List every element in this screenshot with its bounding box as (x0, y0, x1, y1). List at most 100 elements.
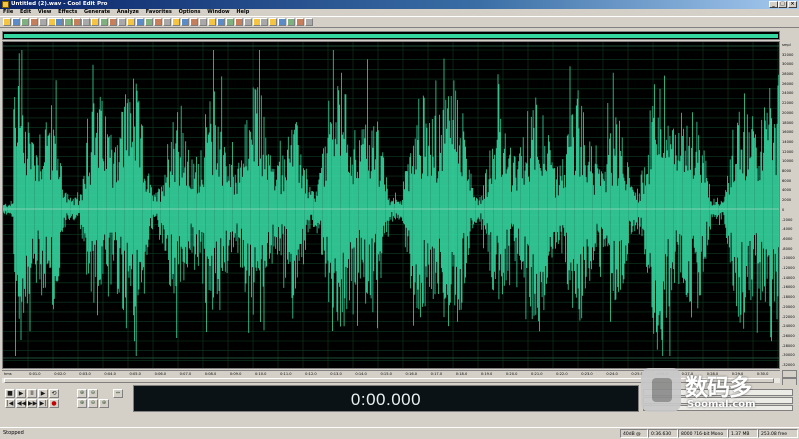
amplitude-tick-label: -16000 (782, 285, 795, 290)
amplitude-tick-label: -24000 (782, 324, 795, 329)
time-display: 0:00.000 (133, 385, 639, 412)
time-tick-label: 0:05.0 (129, 372, 141, 376)
menu-favorites[interactable]: Favorites (146, 9, 172, 16)
time-tick-label: 0:22.0 (556, 372, 568, 376)
amplitude-tick-label: -6000 (782, 236, 793, 241)
minimize-button[interactable]: _ (769, 1, 778, 8)
menu-generate[interactable]: Generate (84, 9, 110, 16)
zoom-in-left-button[interactable]: ⊕ (77, 399, 87, 408)
menu-view[interactable]: View (38, 9, 52, 16)
toolbar-button[interactable] (199, 18, 207, 26)
toolbar-button[interactable] (64, 18, 72, 26)
toolbar-button[interactable] (145, 18, 153, 26)
fast-forward-button[interactable]: ▶▶ (27, 399, 37, 408)
loop-button[interactable]: ⟲ (49, 389, 59, 398)
current-time: 0:00.000 (350, 390, 422, 409)
menu-edit[interactable]: Edit (20, 9, 31, 16)
time-tick-label: 0:04.0 (104, 372, 116, 376)
time-tick-label: 0:17.0 (430, 372, 443, 376)
toolbar-button[interactable] (55, 18, 63, 26)
maximize-button[interactable]: □ (778, 1, 787, 8)
toolbar-button[interactable] (226, 18, 234, 26)
toolbar-button[interactable] (109, 18, 117, 26)
toolbar-button[interactable] (163, 18, 171, 26)
zoom-out-horizontal-button[interactable]: ⊖ (88, 389, 98, 398)
go-to-end-button[interactable]: ▶| (38, 399, 48, 408)
play-to-end-button[interactable]: ▶ (38, 389, 48, 398)
toolbar-button[interactable] (154, 18, 162, 26)
pause-button[interactable]: II (27, 389, 37, 398)
toolbar-button[interactable] (100, 18, 108, 26)
toolbar-button[interactable] (181, 18, 189, 26)
toolbar-button[interactable] (278, 18, 286, 26)
toolbar-button[interactable] (3, 18, 11, 26)
amplitude-tick-label: -22000 (782, 314, 795, 319)
toolbar-button[interactable] (12, 18, 20, 26)
play-button[interactable]: ▶ (16, 389, 26, 398)
watermark-site: Soomal.com (687, 399, 756, 410)
toolbar-button[interactable] (305, 18, 313, 26)
status-level: 40dB @ (620, 429, 648, 438)
time-tick-label: 0:15.0 (380, 372, 392, 376)
zoom-in-vertical-button[interactable]: ⊕ (99, 399, 109, 408)
toolbar-button[interactable] (287, 18, 295, 26)
status-duration: 0:36.630 (648, 429, 678, 438)
amplitude-tick-label: -30000 (782, 353, 795, 358)
amplitude-tick-label: 0 (782, 207, 785, 212)
menu-file[interactable]: File (3, 9, 13, 16)
time-tick-label: 0:21.0 (531, 372, 543, 376)
zoom-in-horizontal-button[interactable]: ⊕ (77, 389, 87, 398)
logo-mark (652, 378, 672, 402)
close-button[interactable]: × (788, 1, 797, 8)
toolbar-button[interactable] (244, 18, 252, 26)
time-tick-label: 0:10.0 (254, 372, 267, 376)
menu-bar: File Edit View Effects Generate Analyze … (0, 9, 799, 16)
toolbar-button[interactable] (296, 18, 304, 26)
toolbar-button[interactable] (208, 18, 216, 26)
status-format: 8000 ?16-bit Mono (678, 429, 728, 438)
toolbar-button[interactable] (118, 18, 126, 26)
stop-button[interactable]: ■ (5, 389, 15, 398)
toolbar-button[interactable] (172, 18, 180, 26)
rewind-button[interactable]: ◀◀ (16, 399, 26, 408)
toolbar-button[interactable] (39, 18, 47, 26)
time-tick-label: 0:20.0 (505, 372, 518, 376)
record-button[interactable]: ● (49, 399, 59, 408)
toolbar-button[interactable] (127, 18, 135, 26)
time-tick-label: 0:23.0 (581, 372, 593, 376)
toolbar-button[interactable] (269, 18, 277, 26)
toolbar-button[interactable] (91, 18, 99, 26)
toolbar-button[interactable] (73, 18, 81, 26)
toolbar-button[interactable] (136, 18, 144, 26)
zoom-full-button[interactable]: ⇔ (113, 389, 123, 398)
go-to-start-button[interactable]: |◀ (5, 399, 15, 408)
amplitude-tick-label: -18000 (782, 295, 795, 300)
toolbar-button[interactable] (217, 18, 225, 26)
zoom-out-vertical-button[interactable]: ⊖ (88, 399, 98, 408)
toolbar-button[interactable] (190, 18, 198, 26)
title-bar: Untitled (2).wav - Cool Edit Pro _ □ × (0, 0, 799, 9)
amplitude-tick-label: -26000 (782, 333, 795, 338)
zoom-controls: ⊕ ⊖ ⇔ ⊕ ⊖ ⊕ (75, 385, 130, 411)
overview-strip[interactable] (2, 31, 780, 40)
toolbar-button[interactable] (30, 18, 38, 26)
amplitude-tick-label: 24000 (782, 91, 794, 96)
menu-analyze[interactable]: Analyze (117, 9, 139, 16)
amplitude-tick-label: -10000 (782, 256, 795, 261)
time-tick-label: 0:06.0 (154, 372, 167, 376)
menu-window[interactable]: Window (207, 9, 229, 16)
amplitude-tick-label: -28000 (782, 343, 795, 348)
overview-range[interactable] (4, 34, 778, 38)
menu-effects[interactable]: Effects (58, 9, 77, 16)
waveform-display[interactable] (2, 41, 780, 369)
menu-options[interactable]: Options (179, 9, 201, 16)
amplitude-tick-label: 10000 (782, 159, 794, 164)
toolbar-button[interactable] (21, 18, 29, 26)
toolbar-button[interactable] (82, 18, 90, 26)
amplitude-tick-label: -20000 (782, 304, 795, 309)
menu-help[interactable]: Help (236, 9, 249, 16)
amplitude-tick-label: -4000 (782, 227, 793, 232)
toolbar-button[interactable] (260, 18, 268, 26)
toolbar-button[interactable] (235, 18, 243, 26)
time-tick-label: 0:13.0 (330, 372, 342, 376)
